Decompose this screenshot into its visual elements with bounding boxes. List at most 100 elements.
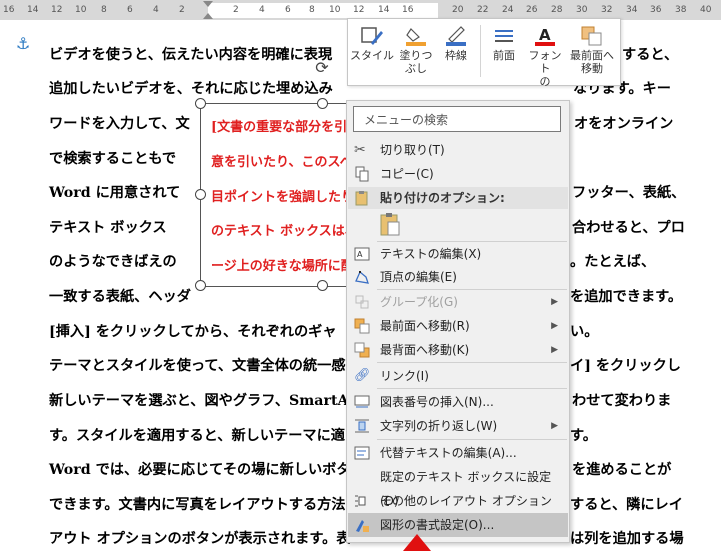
menu-item-wrap-text[interactable]: 文字列の折り返し(W) ▶ xyxy=(348,414,568,438)
pointer-arrow-icon xyxy=(403,534,431,551)
ruler-tick: 36 xyxy=(650,5,662,15)
paste-keep-source-button[interactable] xyxy=(377,211,405,239)
doc-line[interactable]: Word では、必要に応じてその場に新しいボタ xyxy=(49,459,351,479)
ruler-tick: 12 xyxy=(353,5,365,15)
ruler-tick: 32 xyxy=(601,5,613,15)
doc-line-right[interactable]: は列を追加する場 xyxy=(570,528,684,548)
doc-line-right[interactable]: すると、 xyxy=(622,44,678,64)
alt-text-icon xyxy=(354,446,370,460)
menu-search-input[interactable]: メニューの検索 xyxy=(353,106,561,132)
menu-item-more-layout-options[interactable]: その他のレイアウト オプション(L)... xyxy=(348,489,568,532)
format-shape-icon xyxy=(356,520,369,532)
textbox-line[interactable]: 意を引いたり、このスペ xyxy=(211,151,353,170)
menu-item-copy[interactable]: コピー(C) xyxy=(348,162,568,186)
ruler-tick: 38 xyxy=(675,5,687,15)
menu-item-label: 最前面へ移動(R) xyxy=(380,319,470,333)
copy-icon xyxy=(355,166,369,182)
resize-handle-top-left[interactable] xyxy=(195,98,206,109)
doc-line[interactable]: テーマとスタイルを使って、文書全体の統一感 xyxy=(49,355,346,375)
ruler-tick: 30 xyxy=(576,5,588,15)
front-button[interactable]: 前面 xyxy=(484,21,524,83)
bring-forward-icon xyxy=(581,26,602,46)
text-wrap-front-icon xyxy=(495,30,513,42)
rotate-handle-icon[interactable]: ⟳ xyxy=(313,58,331,77)
doc-line[interactable]: 一致する表紙、ヘッダ xyxy=(49,286,191,306)
menu-item-cut[interactable]: ✂ 切り取り(T) xyxy=(348,138,568,162)
doc-line[interactable]: 新しいテーマを選ぶと、図やグラフ、SmartAr xyxy=(49,390,356,410)
menu-item-label: 頂点の編集(E) xyxy=(380,270,457,284)
doc-line[interactable]: Word に用意されて xyxy=(49,182,180,202)
shape-style-icon xyxy=(361,27,383,45)
resize-handle-bottom[interactable] xyxy=(317,280,328,291)
menu-item-set-default-textbox[interactable]: 既定のテキスト ボックスに設定(D) xyxy=(348,465,568,508)
fill-button[interactable]: 塗りつ ぶし xyxy=(396,21,436,83)
resize-handle-top[interactable] xyxy=(317,98,328,109)
menu-item-bring-to-front[interactable]: 最前面へ移動(R) ▶ xyxy=(348,314,568,338)
doc-line-right[interactable]: 合わせると、プロ xyxy=(572,217,685,237)
doc-line[interactable]: ワードを入力して、文 xyxy=(49,113,190,133)
resize-handle-left[interactable] xyxy=(195,189,206,200)
doc-line-right[interactable]: を追加できます。 xyxy=(570,286,682,306)
menu-item-send-to-back[interactable]: 最背面へ移動(K) ▶ xyxy=(348,338,568,362)
ruler-tick: 14 xyxy=(378,5,390,15)
doc-line[interactable]: のようなできばえの xyxy=(49,251,177,271)
submenu-arrow-icon: ▶ xyxy=(551,421,558,431)
paste-options-label: 貼り付けのオプション: xyxy=(380,191,505,205)
doc-line-right[interactable]: フッター、表紙、 xyxy=(572,182,685,202)
bring-to-front-button[interactable]: 最前面へ 移動 xyxy=(566,21,618,83)
ruler-tick: 8 xyxy=(309,5,315,15)
menu-item-link[interactable]: 🔗︎ リンク(I) xyxy=(348,364,568,388)
style-button[interactable]: スタイル xyxy=(350,21,394,83)
ruler-tick: 6 xyxy=(127,5,133,15)
doc-line-right[interactable]: すると、隣にレイ xyxy=(570,494,683,514)
textbox-line[interactable]: のテキスト ボックスは、 xyxy=(211,220,358,239)
horizontal-ruler[interactable]: 16 14 12 10 8 6 4 2 2 4 6 8 10 12 14 16 … xyxy=(0,0,721,20)
resize-handle-bottom-left[interactable] xyxy=(195,280,206,291)
menu-item-label: リンク(I) xyxy=(380,369,429,383)
doc-line-right[interactable]: イ] をクリックし xyxy=(570,355,681,375)
left-indent-marker[interactable] xyxy=(203,13,213,19)
doc-line[interactable]: で検索することもで xyxy=(49,148,176,168)
wrap-text-icon xyxy=(355,419,369,433)
doc-line[interactable]: テキスト ボックス xyxy=(49,217,167,237)
menu-item-edit-text[interactable]: A テキストの編集(X) xyxy=(348,242,568,266)
send-to-back-icon xyxy=(354,342,370,358)
doc-line[interactable]: [挿入] をクリックしてから、それぞれのギャ xyxy=(49,321,337,341)
doc-line-right[interactable]: い。 xyxy=(570,321,598,341)
outline-button[interactable]: 枠線 xyxy=(438,21,474,83)
doc-line[interactable]: できます。文書内に写真をレイアウトする方法 xyxy=(49,494,346,514)
svg-text:A: A xyxy=(357,250,363,259)
doc-line-right[interactable]: わせて変わりま xyxy=(572,390,671,410)
doc-line-right[interactable]: 。たとえば、 xyxy=(570,251,655,271)
ruler-tick: 8 xyxy=(101,5,107,15)
menu-item-format-shape[interactable]: 図形の書式設定(O)... xyxy=(348,513,568,537)
doc-line-right[interactable]: す。 xyxy=(570,425,597,445)
bring-front-label-1: 最前面へ xyxy=(570,49,614,62)
ruler-tick: 34 xyxy=(626,5,638,15)
menu-item-edit-points[interactable]: 頂点の編集(E) xyxy=(348,265,568,289)
doc-line-right[interactable]: を進めることが xyxy=(572,459,671,479)
doc-line[interactable]: アウト オプションのボタンが表示されます。表 xyxy=(49,528,350,548)
fill-label-1: 塗りつ xyxy=(399,49,433,62)
textbox-line[interactable]: 目ポイントを強調したり xyxy=(211,186,354,205)
menu-item-label: 切り取り(T) xyxy=(380,143,445,157)
outline-label: 枠線 xyxy=(445,49,467,62)
doc-line-right[interactable]: オをオンライン xyxy=(574,113,673,133)
link-icon: 🔗︎ xyxy=(354,368,371,383)
menu-item-insert-caption[interactable]: 図表番号の挿入(N)... xyxy=(348,390,568,414)
doc-line[interactable]: 追加したいビデオを、それに応じた埋め込み xyxy=(49,78,333,98)
menu-item-group[interactable]: グループ化(G) ▶ xyxy=(348,290,568,314)
textbox-line[interactable]: ージ上の好きな場所に配 xyxy=(211,255,354,274)
textbox-line[interactable]: [文書の重要な部分を引 xyxy=(211,116,347,135)
menu-item-label: 文字列の折り返し(W) xyxy=(380,419,498,433)
submenu-arrow-icon: ▶ xyxy=(551,297,558,307)
first-line-indent-marker[interactable] xyxy=(203,1,213,7)
doc-line[interactable]: す。スタイルを適用すると、新しいテーマに適 xyxy=(49,425,345,445)
font-color-button[interactable]: A フォント の xyxy=(524,21,566,88)
ruler-tick: 2 xyxy=(233,5,239,15)
doc-line[interactable]: ビデオを使うと、伝えたい内容を明確に表現 xyxy=(49,44,332,64)
ruler-tick: 24 xyxy=(502,5,514,15)
layout-options-icon xyxy=(355,495,366,507)
menu-item-edit-alt-text[interactable]: 代替テキストの編集(A)... xyxy=(348,441,568,465)
svg-text:A: A xyxy=(539,26,551,44)
